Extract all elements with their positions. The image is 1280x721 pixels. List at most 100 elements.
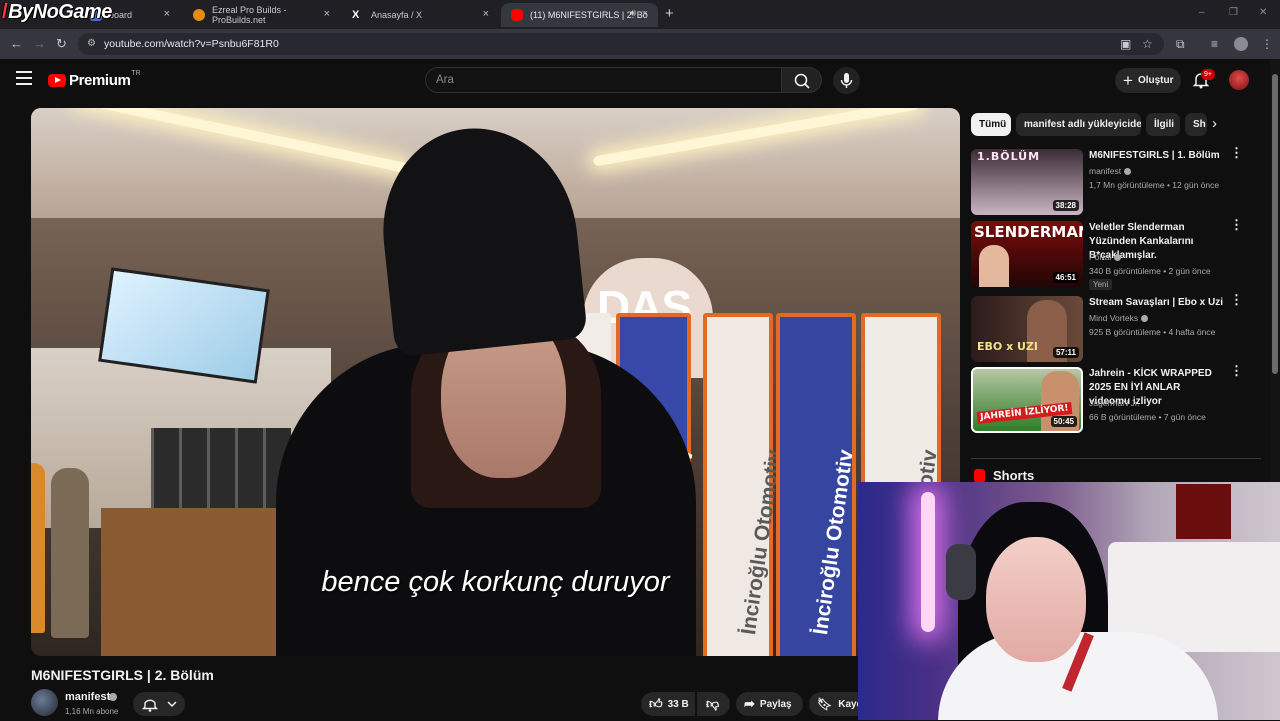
voice-search-button[interactable] [833, 67, 860, 94]
verified-badge-icon [1141, 315, 1149, 322]
overlay-logo-text: ByNoGame [8, 1, 112, 23]
tab-favicon-icon [193, 9, 205, 21]
thumbnail-figure [979, 245, 1009, 287]
account-avatar[interactable] [1229, 70, 1249, 90]
chip-shorts[interactable]: Sh [1185, 113, 1207, 136]
back-arrow-icon[interactable]: ← [10, 36, 23, 51]
profile-avatar-icon[interactable] [1234, 37, 1248, 51]
extensions-icon[interactable]: ⧉ [1176, 37, 1185, 52]
recommended-video-title[interactable]: M6NIFESTGIRLS | 1. Bölüm [1089, 149, 1224, 163]
thumbnail-caption: 1.BÖLÜM [977, 150, 1041, 163]
cast-icon[interactable]: ▣ [1120, 37, 1131, 51]
browser-tab-youtube-active[interactable]: (11) M6NIFESTGIRLS | 2. Bö 🔊︎ × [501, 3, 658, 27]
search-button[interactable] [781, 67, 822, 93]
chip-related[interactable]: İlgili [1146, 113, 1180, 136]
share-label: Paylaş [759, 698, 792, 710]
video-thumbnail[interactable]: SLENDERMAN 46:51 [971, 221, 1083, 287]
recommended-video[interactable]: JAHREİN İZLİYOR! 50:45 Jahrein - KİCK WR… [971, 364, 1261, 435]
window-maximize-button[interactable]: ❐ [1229, 7, 1238, 18]
video-duration: 50:45 [1050, 416, 1077, 427]
recommended-meta: 925 B görüntüleme • 4 hafta önce [1089, 327, 1216, 337]
reload-icon[interactable]: ↻ [56, 36, 67, 52]
share-button[interactable]: ➦ Paylaş [736, 692, 803, 716]
search-icon [794, 73, 810, 89]
media-controls-icon[interactable]: ≡ [1211, 37, 1218, 51]
thumbnail-caption: EBO x UZI [977, 340, 1039, 353]
video-subtitle: bence çok korkunç duruyor [321, 566, 670, 598]
site-info-icon[interactable]: ⚙︎ [87, 38, 96, 49]
recommended-meta: 66 B görüntüleme • 7 gün önce [1089, 412, 1206, 422]
thumbs-up-icon: 👍︎ [649, 696, 663, 711]
channel-avatar[interactable] [31, 689, 58, 716]
video-duration: 38:28 [1052, 200, 1079, 211]
address-bar[interactable]: ⚙︎ youtube.com/watch?v=Psnbu6F81R0 [78, 33, 1164, 55]
chip-from-uploader[interactable]: manifest adlı yükleyiciden [1016, 113, 1141, 136]
tab-audio-icon[interactable]: 🔊︎ [630, 8, 636, 19]
recommended-video[interactable]: 1.BÖLÜM 38:28 M6NIFESTGIRLS | 1. Bölüm m… [971, 146, 1261, 217]
like-button[interactable]: 👍︎ 33 B [641, 692, 695, 716]
subscription-notifications-button[interactable] [133, 692, 185, 716]
verified-badge-icon [109, 693, 117, 701]
video-thumbnail[interactable]: 1.BÖLÜM 38:28 [971, 149, 1083, 215]
youtube-premium-logo[interactable]: Premium TR [48, 70, 141, 89]
streamer-overlay-logo: /ByNoGame [2, 1, 112, 24]
thumbnail-caption: SLENDERMAN [974, 223, 1083, 241]
recommended-video[interactable]: EBO x UZI 57:11 Stream Savaşları | Ebo x… [971, 293, 1261, 364]
bookmark-star-icon[interactable]: ☆ [1142, 37, 1153, 51]
scene-person [31, 463, 45, 633]
video-thumbnail[interactable]: EBO x UZI 57:11 [971, 296, 1083, 362]
channel-name[interactable]: manifest [65, 691, 110, 703]
logo-word: Premium [69, 72, 131, 89]
recommended-channel[interactable]: JagermaN Jr. [1089, 398, 1140, 408]
shorts-icon [974, 469, 985, 483]
more-options-icon[interactable]: ⋮ [1230, 364, 1243, 377]
tab-close-icon[interactable]: × [483, 8, 489, 20]
window-minimize-button[interactable]: – [1199, 7, 1205, 18]
window-close-button[interactable]: ✕ [1259, 7, 1267, 18]
notification-count-badge: 9+ [1201, 69, 1215, 80]
share-arrow-icon: ➦ [744, 696, 755, 711]
browser-menu-icon[interactable]: ⋮ [1261, 37, 1273, 51]
recommended-video[interactable]: SLENDERMAN 46:51 Veletler Slenderman Yüz… [971, 218, 1261, 290]
tab-label: Ezreal Pro Builds - ProBuilds.net [212, 5, 287, 25]
microphone-icon [840, 73, 853, 88]
search-box [425, 67, 782, 93]
more-options-icon[interactable]: ⋮ [1230, 218, 1243, 231]
chip-all[interactable]: Tümü [971, 113, 1011, 136]
logo-country-code: TR [131, 70, 141, 77]
x-logo-icon: X [352, 9, 360, 21]
browser-tab-x[interactable]: X Anasayfa / X × [342, 3, 499, 27]
recommended-channel-name: Mind Vorteks [1089, 313, 1139, 323]
video-thumbnail[interactable]: JAHREİN İZLİYOR! 50:45 [971, 367, 1083, 433]
channel-subscriber-count: 1,16 Mn abone [65, 707, 119, 716]
dislike-button[interactable]: 👎︎ [697, 692, 730, 716]
new-tab-button[interactable]: + [665, 5, 674, 22]
search-input[interactable] [426, 68, 781, 92]
tab-close-icon[interactable]: × [324, 8, 330, 20]
new-badge: Yeni [1089, 279, 1113, 290]
webcam-streamer-face [986, 537, 1086, 662]
youtube-favicon-icon [511, 9, 523, 21]
forward-arrow-icon[interactable]: → [33, 36, 46, 51]
more-options-icon[interactable]: ⋮ [1230, 146, 1243, 159]
more-options-icon[interactable]: ⋮ [1230, 293, 1243, 306]
recommended-channel[interactable]: Mind Vorteks [1089, 313, 1149, 323]
chevron-right-icon[interactable]: › [1212, 115, 1217, 132]
hamburger-menu-icon[interactable] [16, 71, 32, 85]
video-player[interactable]: DAS İnciroğlu Otomotiv İnciroğlu Otomoti… [31, 108, 960, 656]
recommended-channel[interactable]: Portal [1089, 252, 1122, 262]
browser-tab-probuilds[interactable]: Ezreal Pro Builds - ProBuilds.net × [183, 3, 340, 27]
recommended-meta: 340 B görüntüleme • 2 gün önce [1089, 266, 1211, 276]
create-button[interactable]: + Oluştur [1115, 68, 1181, 93]
recommended-video-title[interactable]: Stream Savaşları | Ebo x Uzi [1089, 296, 1224, 310]
like-count: 33 B [667, 698, 689, 710]
tab-close-icon[interactable]: × [164, 8, 170, 20]
section-divider [971, 458, 1261, 459]
verified-badge-icon [1124, 168, 1132, 175]
video-duration: 57:11 [1052, 347, 1079, 358]
recommended-channel[interactable]: manifest [1089, 166, 1132, 176]
verified-badge-icon [1114, 254, 1122, 261]
scrollbar-thumb[interactable] [1272, 74, 1278, 374]
tab-close-icon[interactable]: × [642, 8, 648, 20]
webcam-headphones [946, 544, 976, 600]
